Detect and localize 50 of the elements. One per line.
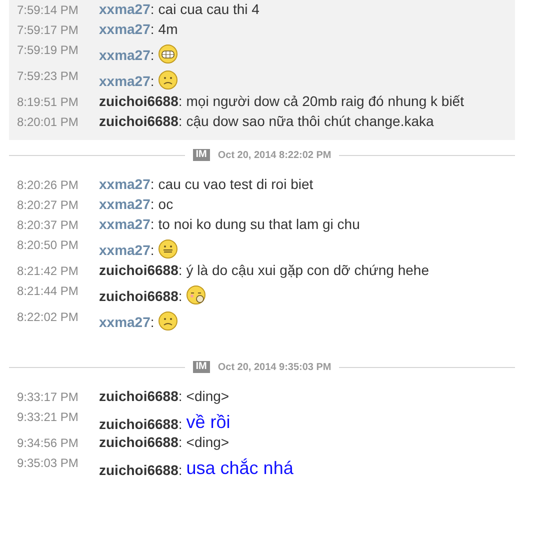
- message-time: 7:59:23 PM: [17, 69, 80, 83]
- sender-name: xxma27:: [99, 46, 154, 64]
- session-timestamp: Oct 20, 2014 8:22:02 PM: [218, 150, 332, 160]
- message-time: 8:20:01 PM: [17, 115, 80, 129]
- im-badge: IM: [192, 361, 210, 373]
- sender-name: xxma27:: [99, 195, 154, 213]
- im-badge: IM: [192, 149, 210, 161]
- message-text: cau cu vao test di roi biet: [158, 175, 314, 193]
- message-text: mọi người dow cả 20mb raig đó nhung k biết: [186, 92, 464, 110]
- message-time: 7:59:19 PM: [17, 43, 80, 57]
- message-text: ý là do cậu xui gặp con dỡ chứng hehe: [186, 261, 429, 279]
- message-time: 7:59:14 PM: [17, 3, 80, 17]
- message-time: 8:21:44 PM: [17, 284, 80, 298]
- sender-name: xxma27:: [99, 215, 154, 233]
- sender-name: zuichoi6688:: [99, 92, 182, 110]
- sender-name: zuichoi6688:: [99, 112, 182, 130]
- message-text: cai cua cau thi 4: [158, 0, 260, 18]
- message-text: oc: [158, 195, 174, 213]
- message-time: 9:33:21 PM: [17, 410, 80, 424]
- sender-name: zuichoi6688:: [99, 415, 182, 433]
- message-text: usa chắc nhá: [186, 457, 294, 479]
- message-text: to noi ko dung su that lam gi chu: [158, 215, 360, 233]
- message-time: 8:22:02 PM: [17, 310, 80, 324]
- sender-name: zuichoi6688:: [99, 387, 182, 405]
- sender-name: zuichoi6688:: [99, 287, 182, 305]
- message-time: 9:35:03 PM: [17, 456, 80, 470]
- message-text: về rồi: [186, 411, 230, 433]
- message-time: 7:59:17 PM: [17, 23, 80, 37]
- message-time: 8:20:26 PM: [17, 178, 80, 192]
- message-time: 8:21:42 PM: [17, 264, 80, 278]
- message-text: cậu dow sao nữa thôi chút change.kaka: [186, 112, 434, 130]
- sender-name: xxma27:: [99, 175, 154, 193]
- message-text: <ding>: [186, 387, 230, 405]
- message-time: 9:33:17 PM: [17, 390, 80, 404]
- message-text: 4m: [158, 20, 178, 38]
- sender-name: xxma27:: [99, 0, 154, 18]
- sender-name: xxma27:: [99, 241, 154, 259]
- sender-name: zuichoi6688:: [99, 433, 182, 451]
- session-timestamp: Oct 20, 2014 9:35:03 PM: [218, 362, 332, 372]
- message-time: 9:34:56 PM: [17, 436, 80, 450]
- message-text: <ding>: [186, 433, 230, 451]
- sender-name: xxma27:: [99, 72, 154, 90]
- message-time: 8:20:27 PM: [17, 198, 80, 212]
- message-time: 8:19:51 PM: [17, 95, 80, 109]
- sender-name: zuichoi6688:: [99, 461, 182, 479]
- message-time: 8:20:37 PM: [17, 218, 80, 232]
- sender-name: xxma27:: [99, 20, 154, 38]
- message-time: 8:20:50 PM: [17, 238, 80, 252]
- sender-name: zuichoi6688:: [99, 261, 182, 279]
- sender-name: xxma27:: [99, 313, 154, 331]
